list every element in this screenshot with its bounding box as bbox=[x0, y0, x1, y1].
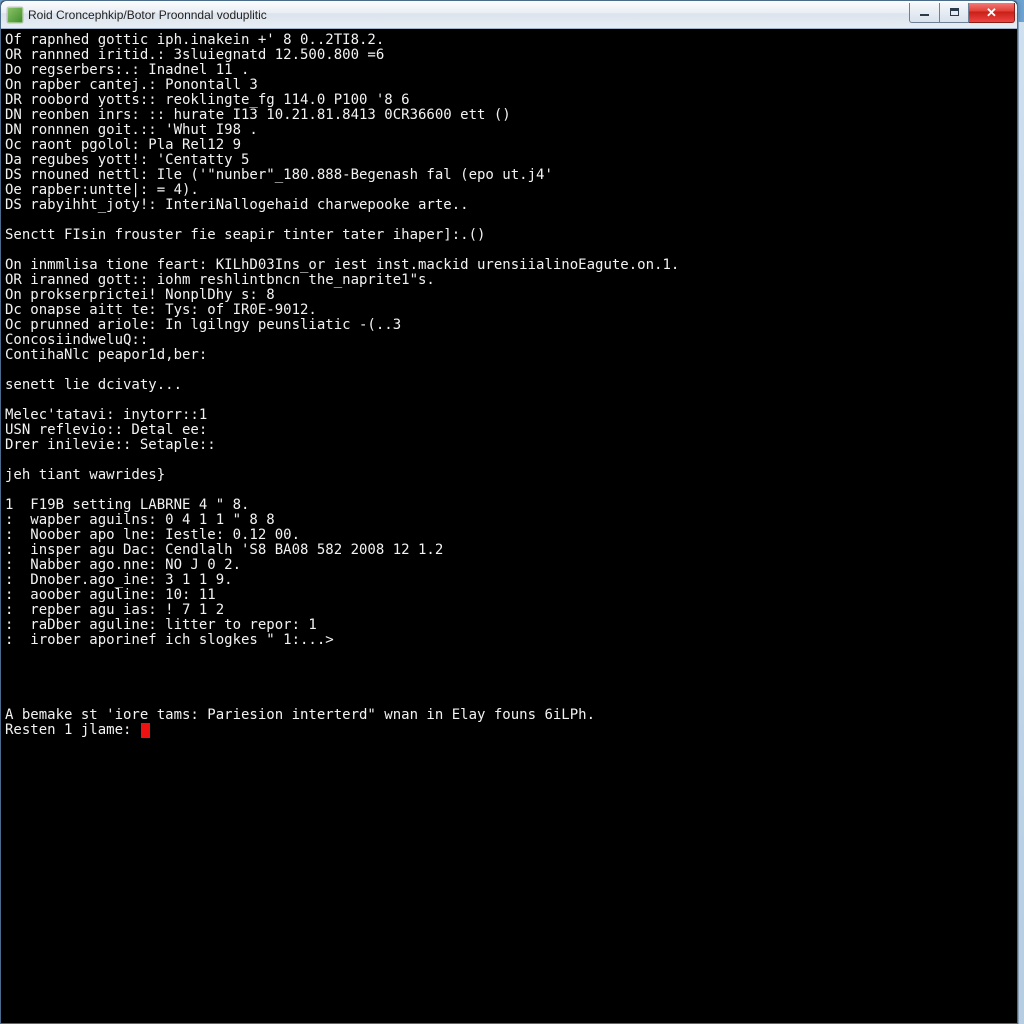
minimize-button[interactable] bbox=[909, 3, 939, 23]
window-controls: ✕ bbox=[909, 3, 1015, 23]
terminal-line: A bemake st 'iore tams: Pariesion intert… bbox=[5, 708, 1011, 723]
terminal-line: Dc onapse aitt te: Tys: of IR0E-9012. bbox=[5, 303, 1011, 318]
terminal-line: DN ronnnen goit.:: 'Whut I98 . bbox=[5, 123, 1011, 138]
maximize-icon bbox=[950, 8, 959, 16]
window-title: Roid Croncephkip/Botor Proonndal vodupli… bbox=[28, 8, 909, 22]
terminal-line: ConcosiindweluQ:: bbox=[5, 333, 1011, 348]
terminal-line bbox=[5, 648, 1011, 663]
minimize-icon bbox=[920, 14, 929, 16]
close-icon: ✕ bbox=[986, 6, 997, 19]
terminal-line: senett lie dcivaty... bbox=[5, 378, 1011, 393]
terminal-line bbox=[5, 453, 1011, 468]
terminal-line: : aoober aguline: 10: 11 bbox=[5, 588, 1011, 603]
terminal-line: Oc raont pgolol: Pla Rel12 9 bbox=[5, 138, 1011, 153]
terminal-line: Melec'tatavi: inytorr::1 bbox=[5, 408, 1011, 423]
terminal-line: OR rannned iritid.: 3sluiegnatd 12.500.8… bbox=[5, 48, 1011, 63]
terminal-line bbox=[5, 483, 1011, 498]
terminal-line bbox=[5, 393, 1011, 408]
terminal-line: : raDber aguline: litter to repor: 1 bbox=[5, 618, 1011, 633]
terminal-line bbox=[5, 678, 1011, 693]
maximize-button[interactable] bbox=[939, 3, 969, 23]
terminal-line: On prokserprictei! NonplDhy s: 8 bbox=[5, 288, 1011, 303]
terminal-line: jeh tiant wawrides} bbox=[5, 468, 1011, 483]
terminal-line: Drer inilevie:: Setaple:: bbox=[5, 438, 1011, 453]
terminal-line: : Nabber ago.nne: NO J 0 2. bbox=[5, 558, 1011, 573]
cursor-icon bbox=[141, 723, 150, 738]
terminal-prompt-line[interactable]: Resten 1 jlame: bbox=[5, 723, 1011, 738]
terminal-line bbox=[5, 363, 1011, 378]
terminal-line: : wapber aguilns: 0 4 1 1 " 8 8 bbox=[5, 513, 1011, 528]
terminal-line: Of rapnhed gottic iph.inakein +' 8 0..2T… bbox=[5, 33, 1011, 48]
terminal-line: DS rabyihht_joty!: InteriNallogehaid cha… bbox=[5, 198, 1011, 213]
terminal-line: DR roobord yotts:: reoklingte_fg 114.0 P… bbox=[5, 93, 1011, 108]
terminal-prompt: Resten 1 jlame: bbox=[5, 722, 140, 738]
terminal-line bbox=[5, 213, 1011, 228]
terminal-line: : insper agu Dac: Cendlalh 'S8 BA08 582 … bbox=[5, 543, 1011, 558]
terminal-line: : Dnober.ago_ine: 3 1 1 9. bbox=[5, 573, 1011, 588]
terminal-line: DN reonben inrs: :: hurate I13 10.21.81.… bbox=[5, 108, 1011, 123]
terminal-line: : irober aporinef ich slogkes " 1:...> bbox=[5, 633, 1011, 648]
terminal-line: On rapber cantej.: Ponontall 3 bbox=[5, 78, 1011, 93]
close-button[interactable]: ✕ bbox=[969, 3, 1015, 23]
terminal-output[interactable]: Of rapnhed gottic iph.inakein +' 8 0..2T… bbox=[1, 29, 1017, 1023]
terminal-line bbox=[5, 693, 1011, 708]
window-right-border bbox=[1018, 22, 1024, 1024]
terminal-line: Do regserbers:.: Inadnel 11 . bbox=[5, 63, 1011, 78]
terminal-line: : repber agu ias: ! 7 1 2 bbox=[5, 603, 1011, 618]
terminal-line: Oe rapber:untte|: = 4). bbox=[5, 183, 1011, 198]
terminal-line: Oc prunned ariole: In lgilngy peunsliati… bbox=[5, 318, 1011, 333]
terminal-line: ContihaNlc peapor1d,ber: bbox=[5, 348, 1011, 363]
terminal-line bbox=[5, 663, 1011, 678]
terminal-line: : Noober apo lne: Iestle: 0.12 00. bbox=[5, 528, 1011, 543]
console-window: Roid Croncephkip/Botor Proonndal vodupli… bbox=[0, 0, 1018, 1024]
terminal-line: DS rnouned nettl: Ile ('"nunber"_180.888… bbox=[5, 168, 1011, 183]
terminal-line: USN reflevio:: Detal ee: bbox=[5, 423, 1011, 438]
terminal-line: 1 F19B setting LABRNE 4 " 8. bbox=[5, 498, 1011, 513]
terminal-line bbox=[5, 243, 1011, 258]
terminal-line: Senctt FIsin frouster fie seapir tinter … bbox=[5, 228, 1011, 243]
app-icon bbox=[7, 7, 23, 23]
terminal-line: OR iranned gott:: iohm reshlintbncn the_… bbox=[5, 273, 1011, 288]
titlebar[interactable]: Roid Croncephkip/Botor Proonndal vodupli… bbox=[1, 1, 1017, 29]
terminal-line: Da regubes yott!: 'Centatty 5 bbox=[5, 153, 1011, 168]
terminal-line: On inmmlisa tione feart: KILhD03Ins_or i… bbox=[5, 258, 1011, 273]
